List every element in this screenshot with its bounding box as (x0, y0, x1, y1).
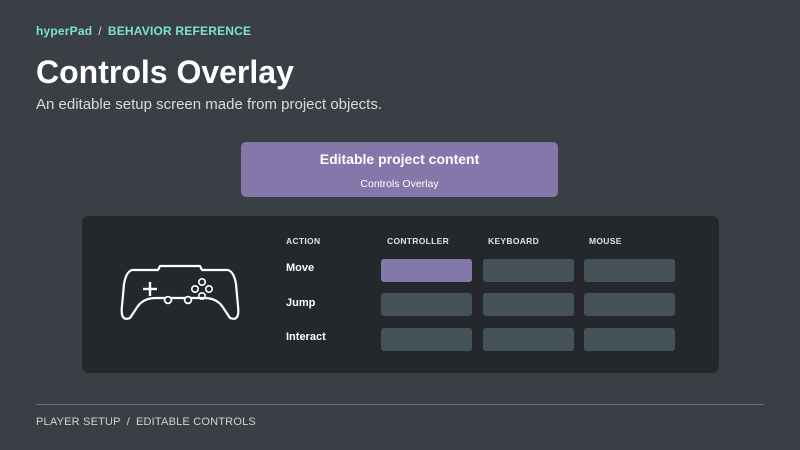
column-header-keyboard: KEYBOARD (488, 236, 540, 246)
footer-right: EDITABLE CONTROLS (136, 416, 256, 428)
move-controller-slot[interactable] (381, 259, 472, 282)
row-label-interact: Interact (286, 331, 326, 343)
column-header-controller: CONTROLLER (387, 236, 450, 246)
breadcrumb-app[interactable]: hyperPad (36, 24, 92, 38)
jump-mouse-slot[interactable] (584, 293, 675, 316)
controls-panel: ACTION CONTROLLER KEYBOARD MOUSE Move Ju… (82, 216, 719, 373)
editable-content-card[interactable]: Editable project content Controls Overla… (241, 142, 558, 197)
interact-controller-slot[interactable] (381, 328, 472, 351)
content-card-title: Editable project content (319, 151, 480, 167)
content-card-subtitle: Controls Overlay (360, 178, 439, 190)
gamepad-icon (120, 264, 240, 320)
page: hyperPad / BEHAVIOR REFERENCE Controls Ove… (0, 0, 800, 450)
jump-keyboard-slot[interactable] (483, 293, 574, 316)
breadcrumb-separator: / (98, 24, 102, 38)
footer-separator: / (126, 416, 130, 428)
interact-keyboard-slot[interactable] (483, 328, 574, 351)
row-label-jump: Jump (286, 297, 316, 309)
footer-left: PLAYER SETUP (36, 416, 121, 428)
footer-divider (36, 404, 764, 405)
page-subtitle: An editable setup screen made from proje… (36, 96, 383, 113)
breadcrumb: hyperPad / BEHAVIOR REFERENCE (36, 24, 251, 38)
move-keyboard-slot[interactable] (483, 259, 574, 282)
jump-controller-slot[interactable] (381, 293, 472, 316)
column-header-mouse: MOUSE (589, 236, 622, 246)
interact-mouse-slot[interactable] (584, 328, 675, 351)
footer-breadcrumb: PLAYER SETUP / EDITABLE CONTROLS (36, 416, 256, 428)
page-title: Controls Overlay (36, 54, 294, 90)
row-label-move: Move (286, 262, 315, 274)
column-header-action: ACTION (286, 236, 321, 246)
breadcrumb-section[interactable]: BEHAVIOR REFERENCE (108, 24, 251, 38)
move-mouse-slot[interactable] (584, 259, 675, 282)
